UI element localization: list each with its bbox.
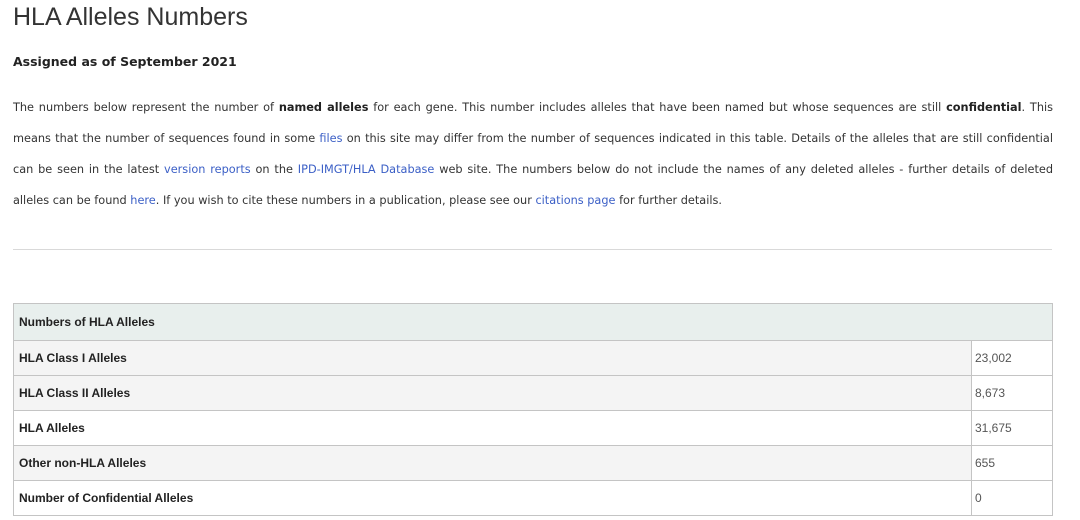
table-row: Number of Confidential Alleles 0 [13,480,1053,516]
intro-paragraph: The numbers below represent the number o… [13,92,1053,216]
intro-bold-confidential: confidential [946,101,1022,114]
row-value: 655 [971,445,1053,481]
row-value: 23,002 [971,340,1053,376]
intro-text: for further details. [615,194,722,207]
table-row: HLA Class II Alleles 8,673 [13,375,1053,411]
intro-text: . If you wish to cite these numbers in a… [155,194,536,207]
table-header-row: Numbers of HLA Alleles [13,303,1053,341]
deleted-alleles-link[interactable]: here [130,194,155,207]
page-title: HLA Alleles Numbers [13,3,248,31]
intro-text: on the [250,163,298,176]
row-label: Number of Confidential Alleles [13,480,972,516]
row-value: 8,673 [971,375,1053,411]
row-label: HLA Class II Alleles [13,375,972,411]
database-link[interactable]: IPD-IMGT/HLA Database [298,163,435,176]
row-label: Other non-HLA Alleles [13,445,972,481]
page: HLA Alleles Numbers Assigned as of Septe… [0,0,1080,520]
table-row: HLA Alleles 31,675 [13,410,1053,446]
row-label: HLA Class I Alleles [13,340,972,376]
row-value: 31,675 [971,410,1053,446]
citations-link[interactable]: citations page [535,194,615,207]
table-header: Numbers of HLA Alleles [13,303,1053,341]
table-row: Other non-HLA Alleles 655 [13,445,1053,481]
row-label: HLA Alleles [13,410,972,446]
files-link[interactable]: files [319,132,342,145]
intro-text: The numbers below represent the number o… [13,101,279,114]
intro-bold-named-alleles: named alleles [278,101,369,114]
version-reports-link[interactable]: version reports [164,163,251,176]
row-value: 0 [971,480,1053,516]
divider [13,249,1052,250]
table-row: HLA Class I Alleles 23,002 [13,340,1053,376]
page-subtitle: Assigned as of September 2021 [13,54,237,69]
alleles-table: Numbers of HLA Alleles HLA Class I Allel… [13,303,1053,516]
intro-text: for each gene. This number includes alle… [368,101,947,114]
